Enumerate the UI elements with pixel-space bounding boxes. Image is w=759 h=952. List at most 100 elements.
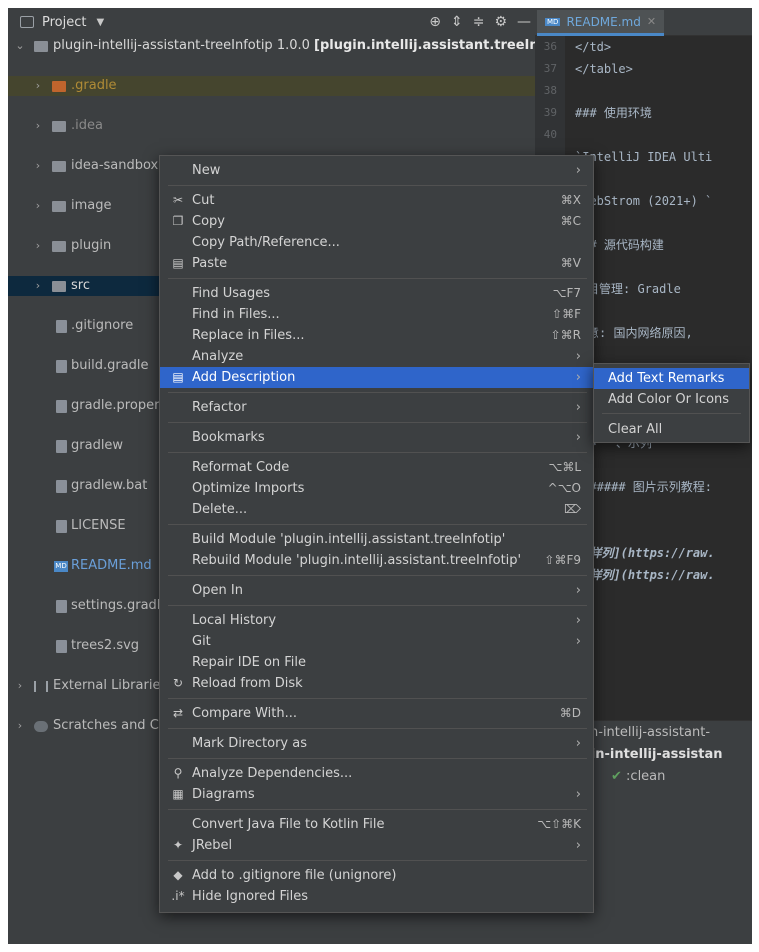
tree-item-label: .idea <box>71 118 103 133</box>
menu-item-delete[interactable]: Delete... ⌦ <box>160 499 593 520</box>
submenu-item-clear-all[interactable]: Clear All <box>594 419 749 440</box>
menu-item-cut[interactable]: ✂ Cut ⌘X <box>160 190 593 211</box>
chevron-right-icon[interactable]: › <box>32 196 44 216</box>
chevron-right-icon[interactable]: › <box>14 716 26 736</box>
copy-icon: ❐ <box>172 214 184 228</box>
chevron-right-icon: › <box>575 163 581 178</box>
chevron-down-icon[interactable]: ⌄ <box>14 36 26 56</box>
menu-item-label: Compare With... <box>192 706 298 721</box>
submenu-item-add-color-or-icons[interactable]: Add Color Or Icons <box>594 389 749 410</box>
menu-item-rebuild-module-plugin-intellij-assistant-treeinfotip[interactable]: Rebuild Module 'plugin.intellij.assistan… <box>160 550 593 571</box>
chevron-right-icon[interactable]: › <box>32 156 44 176</box>
menu-item-copy[interactable]: ❐ Copy ⌘C <box>160 211 593 232</box>
menu-item-add-to-gitignore-file-unignore[interactable]: ◆ Add to .gitignore file (unignore) <box>160 865 593 886</box>
menu-item-diagrams[interactable]: ▦ Diagrams › <box>160 784 593 805</box>
tree-item-label: build.gradle <box>71 358 149 373</box>
menu-item-open-in[interactable]: Open In › <box>160 580 593 601</box>
minimize-icon[interactable]: — <box>517 14 531 30</box>
line-number: 40 <box>543 128 557 141</box>
chevron-right-icon[interactable]: › <box>32 276 44 296</box>
editor-line[interactable]: 37 </table> <box>535 58 752 80</box>
menu-item-label: Delete... <box>192 502 248 517</box>
jrebel-icon: ✦ <box>172 838 184 852</box>
chevron-right-icon[interactable]: › <box>32 76 44 96</box>
tree-item-idea[interactable]: › .idea <box>8 116 535 136</box>
menu-item-mark-directory-as[interactable]: Mark Directory as › <box>160 733 593 754</box>
menu-item-bookmarks[interactable]: Bookmarks › <box>160 427 593 448</box>
project-panel-header: Project ▼ ⊕ ⇕ ≑ ⚙ — <box>8 8 535 36</box>
folder-icon <box>52 161 66 172</box>
menu-item-label: Copy <box>192 214 225 229</box>
editor-line[interactable]: 38 <box>535 80 752 102</box>
code-text: ![样列](https://raw. <box>575 546 715 560</box>
menu-item-hide-ignored-files[interactable]: .i* Hide Ignored Files <box>160 886 593 907</box>
menu-item-compare-with[interactable]: ⇄ Compare With... ⌘D <box>160 703 593 724</box>
menu-item-label: Repair IDE on File <box>192 655 307 670</box>
menu-item-analyze[interactable]: Analyze › <box>160 346 593 367</box>
menu-item-convert-java-file-to-kotlin-file[interactable]: Convert Java File to Kotlin File ⌥⇧⌘K <box>160 814 593 835</box>
tree-item-label: LICENSE <box>71 518 126 533</box>
chevron-right-icon[interactable]: › <box>32 236 44 256</box>
editor-line[interactable]: 36 </td> <box>535 36 752 58</box>
menu-item-reload-from-disk[interactable]: ↻ Reload from Disk <box>160 673 593 694</box>
gradle-file-icon <box>56 360 67 373</box>
run-row-label: :clean <box>626 769 666 784</box>
paste-icon: ▤ <box>172 256 184 270</box>
menu-item-jrebel[interactable]: ✦ JRebel › <box>160 835 593 856</box>
project-panel-toolbar: ⊕ ⇕ ≑ ⚙ — <box>429 8 531 36</box>
menu-item-find-usages[interactable]: Find Usages ⌥F7 <box>160 283 593 304</box>
context-menu: New › ✂ Cut ⌘X ❐ Copy ⌘C Copy Path/Reference... ▤… <box>159 155 594 913</box>
project-view-selector[interactable]: Project ▼ <box>20 15 104 30</box>
menu-item-refactor[interactable]: Refactor › <box>160 397 593 418</box>
text-file-icon <box>56 520 67 533</box>
folder-icon <box>52 121 66 132</box>
tab-readme[interactable]: MD README.md ✕ <box>537 10 665 36</box>
menu-item-copy-path-reference[interactable]: Copy Path/Reference... <box>160 232 593 253</box>
chevron-right-icon[interactable]: › <box>14 676 26 696</box>
menu-item-label: Reformat Code <box>192 460 290 475</box>
crosshair-icon[interactable]: ⊕ <box>429 14 441 30</box>
tree-item-label: settings.gradle <box>71 598 169 613</box>
ide-window: Project ▼ ⊕ ⇕ ≑ ⚙ — ⌄ plugin-intellij-as… <box>8 8 752 944</box>
editor-line[interactable]: 39 ### 使用环境 <box>535 102 752 124</box>
menu-item-label: Local History <box>192 613 277 628</box>
menu-item-shortcut: ⌥⌘L <box>548 460 581 474</box>
code-text: </table> <box>575 62 633 76</box>
menu-item-analyze-dependencies[interactable]: ⚲ Analyze Dependencies... <box>160 763 593 784</box>
menu-item-label: Convert Java File to Kotlin File <box>192 817 385 832</box>
menu-item-reformat-code[interactable]: Reformat Code ⌥⌘L <box>160 457 593 478</box>
menu-item-replace-in-files[interactable]: Replace in Files... ⇧⌘R <box>160 325 593 346</box>
shell-file-icon <box>56 440 67 453</box>
menu-item-find-in-files[interactable]: Find in Files... ⇧⌘F <box>160 304 593 325</box>
menu-item-shortcut: ⌘V <box>560 256 581 270</box>
menu-item-new[interactable]: New › <box>160 160 593 181</box>
line-number: 39 <box>543 106 557 119</box>
submenu-separator <box>602 413 741 414</box>
code-text: </td> <box>575 40 612 54</box>
markdown-file-icon: MD <box>54 561 68 572</box>
run-tree-row[interactable]: ✔ :clean <box>611 767 665 787</box>
menu-item-add-description[interactable]: ▤ Add Description › <box>160 367 593 388</box>
menu-separator <box>168 524 587 525</box>
gear-icon[interactable]: ⚙ <box>494 14 507 30</box>
chevron-right-icon: › <box>575 838 581 853</box>
folder-icon <box>52 201 66 212</box>
submenu-item-add-text-remarks[interactable]: Add Text Remarks <box>594 368 749 389</box>
collapse-all-icon[interactable]: ≑ <box>473 14 485 30</box>
menu-item-build-module-plugin-intellij-assistant-treeinfotip[interactable]: Build Module 'plugin.intellij.assistant.… <box>160 529 593 550</box>
menu-item-paste[interactable]: ▤ Paste ⌘V <box>160 253 593 274</box>
tree-item-gradle[interactable]: › .gradle <box>8 76 535 96</box>
close-icon[interactable]: ✕ <box>647 15 656 28</box>
menu-item-optimize-imports[interactable]: Optimize Imports ^⌥O <box>160 478 593 499</box>
chevron-right-icon[interactable]: › <box>32 116 44 136</box>
editor-line[interactable]: 40 <box>535 124 752 146</box>
tree-item-label: .gitignore <box>71 318 134 333</box>
menu-item-repair-ide-on-file[interactable]: Repair IDE on File <box>160 652 593 673</box>
chevron-right-icon: › <box>575 736 581 751</box>
tree-root-row[interactable]: ⌄ plugin-intellij-assistant-treeInfotip … <box>8 36 579 56</box>
expand-all-icon[interactable]: ⇕ <box>451 14 463 30</box>
menu-item-git[interactable]: Git › <box>160 631 593 652</box>
menu-separator <box>168 452 587 453</box>
line-number: 36 <box>543 40 557 53</box>
menu-item-local-history[interactable]: Local History › <box>160 610 593 631</box>
